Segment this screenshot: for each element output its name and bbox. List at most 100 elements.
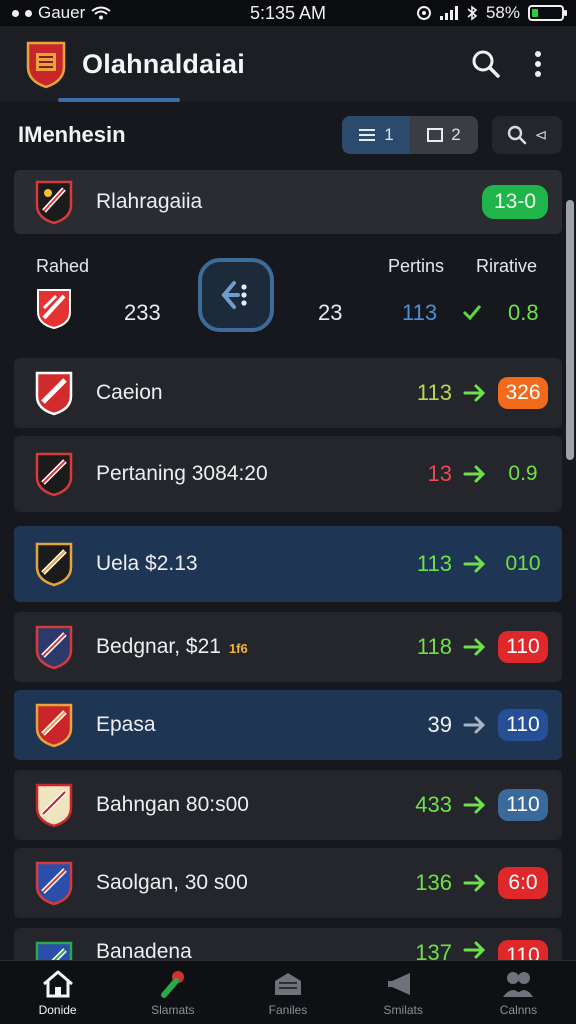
- cellular-signal-icon: [439, 6, 458, 20]
- away-score: 23: [318, 300, 343, 325]
- team-name: Banadena: [96, 940, 392, 960]
- team-row[interactable]: Caeion 113 326: [14, 358, 562, 428]
- home-label: Rahed: [36, 256, 90, 276]
- team-name-text: Bedgnar, $21: [96, 635, 221, 658]
- nav-item-fixtures[interactable]: Faniles: [230, 961, 345, 1024]
- trend-arrow: [452, 873, 498, 893]
- nav-label: Donide: [38, 1002, 77, 1017]
- nav-label: Calnns: [499, 1002, 538, 1017]
- trend-arrow: [452, 795, 498, 815]
- team-points: 118: [416, 634, 452, 659]
- filter-search-button[interactable]: ⊲: [492, 116, 562, 154]
- team-points: 113: [416, 380, 452, 405]
- team-rating-badge: 326: [498, 377, 548, 409]
- team-points: 433: [415, 792, 452, 817]
- trend-arrow: [452, 554, 498, 574]
- nav-item-stats[interactable]: Smilats: [346, 961, 461, 1024]
- search-button[interactable]: [466, 44, 506, 84]
- nav-item-home[interactable]: Donide: [0, 961, 115, 1024]
- team-name-text: Pertaning 3084:20: [96, 462, 268, 485]
- swap-arrows-icon: [221, 281, 247, 309]
- team-name: Epasa: [96, 713, 392, 737]
- team-crest-icon: [35, 180, 73, 225]
- team-name: Uela $2.13: [96, 552, 392, 576]
- relative-column-label: Rirative: [476, 256, 538, 276]
- team-name-text: Banadena: [96, 940, 192, 960]
- team-rating-badge: 110: [498, 789, 548, 821]
- team-crest-icon: [35, 625, 73, 670]
- featured-team-row[interactable]: Rlahragaiia 13-0: [14, 170, 562, 234]
- points-column-label: Pertins: [388, 256, 445, 276]
- team-name-tag: 1f6: [228, 641, 248, 656]
- team-rating-badge: 010: [505, 552, 541, 575]
- match-points: 113: [402, 300, 438, 325]
- grid-view-label: 2: [451, 125, 461, 144]
- status-left: Gauer: [12, 3, 202, 23]
- team-row[interactable]: Bedgnar, $21 1f6 118 110: [14, 612, 562, 682]
- match-relative: 0.8: [508, 300, 539, 325]
- team-row[interactable]: Banadena 137 110: [14, 928, 562, 960]
- arrow-right-icon: [463, 874, 486, 892]
- trend-arrow: [452, 940, 498, 960]
- team-crest-icon: [35, 941, 73, 960]
- bottom-navigation: Donide Slamats Faniles Smilats Calnns: [0, 960, 576, 1024]
- grid-view-toggle[interactable]: 2: [410, 116, 478, 154]
- more-options-button[interactable]: [518, 44, 558, 84]
- nav-item-matches[interactable]: Slamats: [115, 961, 230, 1024]
- search-icon: [507, 125, 527, 145]
- list-view-toggle[interactable]: 1: [342, 116, 410, 154]
- home-team-crest-icon: [37, 289, 71, 330]
- team-crest-icon: [35, 371, 73, 416]
- arrow-right-icon: [463, 384, 486, 402]
- team-rating-badge: 0.9: [508, 462, 538, 485]
- team-name-text: Caeion: [96, 381, 163, 404]
- team-rating-badge: 6:0: [498, 867, 548, 899]
- users-icon: [503, 971, 534, 997]
- match-vs-button[interactable]: [198, 258, 274, 332]
- team-row[interactable]: Saolgan, 30 s00 136 6:0: [14, 848, 562, 918]
- team-row[interactable]: Epasa 39 110: [14, 690, 562, 760]
- section-title: IMenhesin: [18, 122, 126, 147]
- more-vertical-icon: [535, 51, 541, 77]
- home-score: 233: [124, 300, 161, 325]
- team-crest-icon: [35, 703, 73, 748]
- club-crest-logo-icon: [26, 41, 66, 89]
- team-points: 136: [415, 870, 452, 895]
- home-icon: [42, 970, 73, 997]
- list-icon: [359, 129, 376, 141]
- team-rating-badge: 110: [498, 940, 548, 960]
- team-name-text: Saolgan, 30 s00: [96, 871, 248, 894]
- arrow-right-icon: [463, 638, 486, 656]
- checkmark-icon: [462, 305, 482, 320]
- team-points: 13: [427, 461, 452, 486]
- trend-arrow: [452, 637, 498, 657]
- team-row[interactable]: Bahngan 80:s00 433 110: [14, 770, 562, 840]
- status-time: 5:135 AM: [249, 2, 327, 23]
- scrollbar[interactable]: [566, 200, 574, 460]
- team-name-text: Uela $2.13: [96, 552, 198, 575]
- team-crest-icon: [35, 783, 73, 828]
- signal-dot-icon: [12, 9, 19, 17]
- search-hint: ⊲: [534, 127, 548, 144]
- team-row[interactable]: Pertaning 3084:20 13 0.9: [14, 436, 562, 512]
- team-name: Caeion: [96, 381, 392, 405]
- team-rating-badge: 110: [498, 709, 548, 741]
- team-name: Bahngan 80:s00: [96, 793, 392, 817]
- whistle-icon: [160, 970, 184, 998]
- team-row[interactable]: Uela $2.13 113 010: [14, 526, 562, 602]
- section-header: IMenhesin 1 2 ⊲: [0, 104, 576, 166]
- view-toggle-group: 1 2: [342, 116, 478, 154]
- nav-label: Smilats: [383, 1002, 423, 1017]
- trend-arrow: [452, 715, 498, 735]
- status-bar: Gauer 5:135 AM 58%: [0, 0, 576, 26]
- team-name: Pertaning 3084:20: [96, 462, 392, 486]
- team-name-text: Epasa: [96, 713, 156, 736]
- arrow-right-icon: [463, 716, 486, 734]
- featured-score-badge: 13-0: [482, 185, 548, 219]
- app-bar: Olahnaldaiai: [0, 26, 576, 102]
- active-tab-indicator: [58, 98, 180, 102]
- battery-percent: 58%: [485, 3, 520, 22]
- nav-item-clubs[interactable]: Calnns: [461, 961, 576, 1024]
- team-name-text: Bahngan 80:s00: [96, 793, 249, 816]
- arrow-right-icon: [463, 796, 486, 814]
